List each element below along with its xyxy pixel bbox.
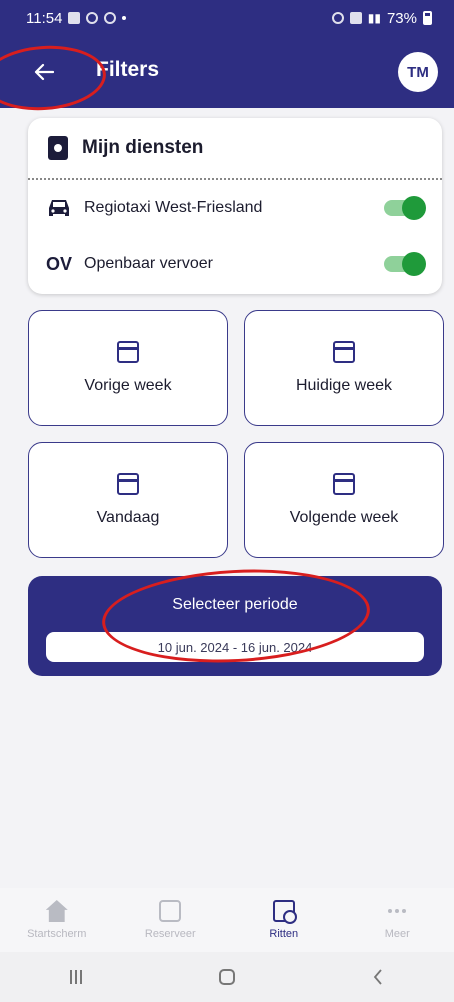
bottom-navigation: Startscherm Reserveer Ritten Meer [0, 888, 454, 952]
service-row-regiotaxi[interactable]: Regiotaxi West-Friesland [28, 180, 442, 236]
ov-icon: OV [45, 253, 72, 274]
filter-current-week[interactable]: Huidige week [244, 310, 444, 426]
services-card: Mijn diensten Regiotaxi West-Friesland O… [28, 118, 442, 294]
alarm-icon [331, 12, 344, 24]
battery-icon [423, 11, 432, 25]
home-icon [45, 900, 68, 922]
ov-toggle[interactable] [384, 252, 426, 276]
app-notification-icon [104, 12, 117, 24]
recent-apps-icon [69, 970, 82, 984]
page-title: Filters [96, 58, 160, 81]
nav-label: Startscherm [27, 928, 87, 940]
mute-icon [349, 12, 362, 24]
taxi-icon [44, 197, 74, 219]
period-selector[interactable]: Selecteer periode 10 jun. 2024 - 16 jun.… [28, 576, 442, 676]
nav-reserve[interactable]: Reserveer [114, 888, 228, 952]
services-header: Mijn diensten [28, 118, 442, 180]
nav-label: Ritten [269, 928, 299, 940]
period-date-range[interactable]: 10 jun. 2024 - 16 jun. 2024 [46, 632, 424, 662]
app-bar: Filters TM [0, 36, 454, 108]
regiotaxi-toggle[interactable] [384, 196, 426, 220]
filter-next-week[interactable]: Volgende week [244, 442, 444, 558]
home-circle-icon [218, 969, 235, 985]
calendar-clock-icon [272, 900, 297, 924]
system-back-button[interactable] [358, 962, 398, 992]
calendar-previous-icon [117, 341, 139, 363]
services-title: Mijn diensten [82, 137, 204, 158]
more-dots-icon [386, 900, 408, 922]
nav-label: Meer [384, 928, 410, 940]
calendar-icon [333, 341, 355, 363]
document-icon [48, 136, 68, 160]
filter-previous-week[interactable]: Vorige week [28, 310, 228, 426]
recent-apps-button[interactable] [56, 962, 96, 992]
filter-label: Volgende week [289, 509, 399, 526]
chevron-left-icon [374, 969, 382, 985]
service-label: Regiotaxi West-Friesland [84, 199, 263, 216]
gallery-notification-icon [68, 12, 81, 24]
filter-label: Vorige week [84, 377, 172, 394]
car-icon [159, 900, 182, 922]
system-navigation-bar [0, 952, 454, 1002]
filter-today[interactable]: Vandaag [28, 442, 228, 558]
status-time: 11:54 [26, 9, 63, 27]
service-label: Openbaar vervoer [84, 255, 213, 272]
filter-label: Vandaag [96, 509, 160, 526]
calendar-next-icon [333, 473, 355, 495]
battery-percentage: 73% [386, 9, 417, 27]
status-bar: 11:54 ▮▮ 73% [0, 0, 454, 36]
calendar-today-icon [117, 473, 139, 495]
nav-rides[interactable]: Ritten [227, 888, 341, 952]
arrow-left-icon [34, 63, 54, 81]
nav-home[interactable]: Startscherm [0, 888, 114, 952]
nav-label: Reserveer [144, 928, 196, 940]
back-button[interactable] [24, 54, 64, 90]
status-left: 11:54 [26, 9, 127, 27]
service-row-ov[interactable]: OV Openbaar vervoer [28, 236, 442, 292]
home-button[interactable] [207, 962, 247, 992]
filter-label: Huidige week [295, 377, 393, 394]
status-right: ▮▮ 73% [331, 9, 432, 27]
avatar[interactable]: TM [398, 52, 438, 92]
signal-icon: ▮▮ [367, 11, 381, 25]
more-notifications-icon [122, 16, 127, 20]
period-title: Selecteer periode [172, 596, 298, 613]
sync-notification-icon [86, 12, 99, 24]
nav-more[interactable]: Meer [341, 888, 454, 952]
